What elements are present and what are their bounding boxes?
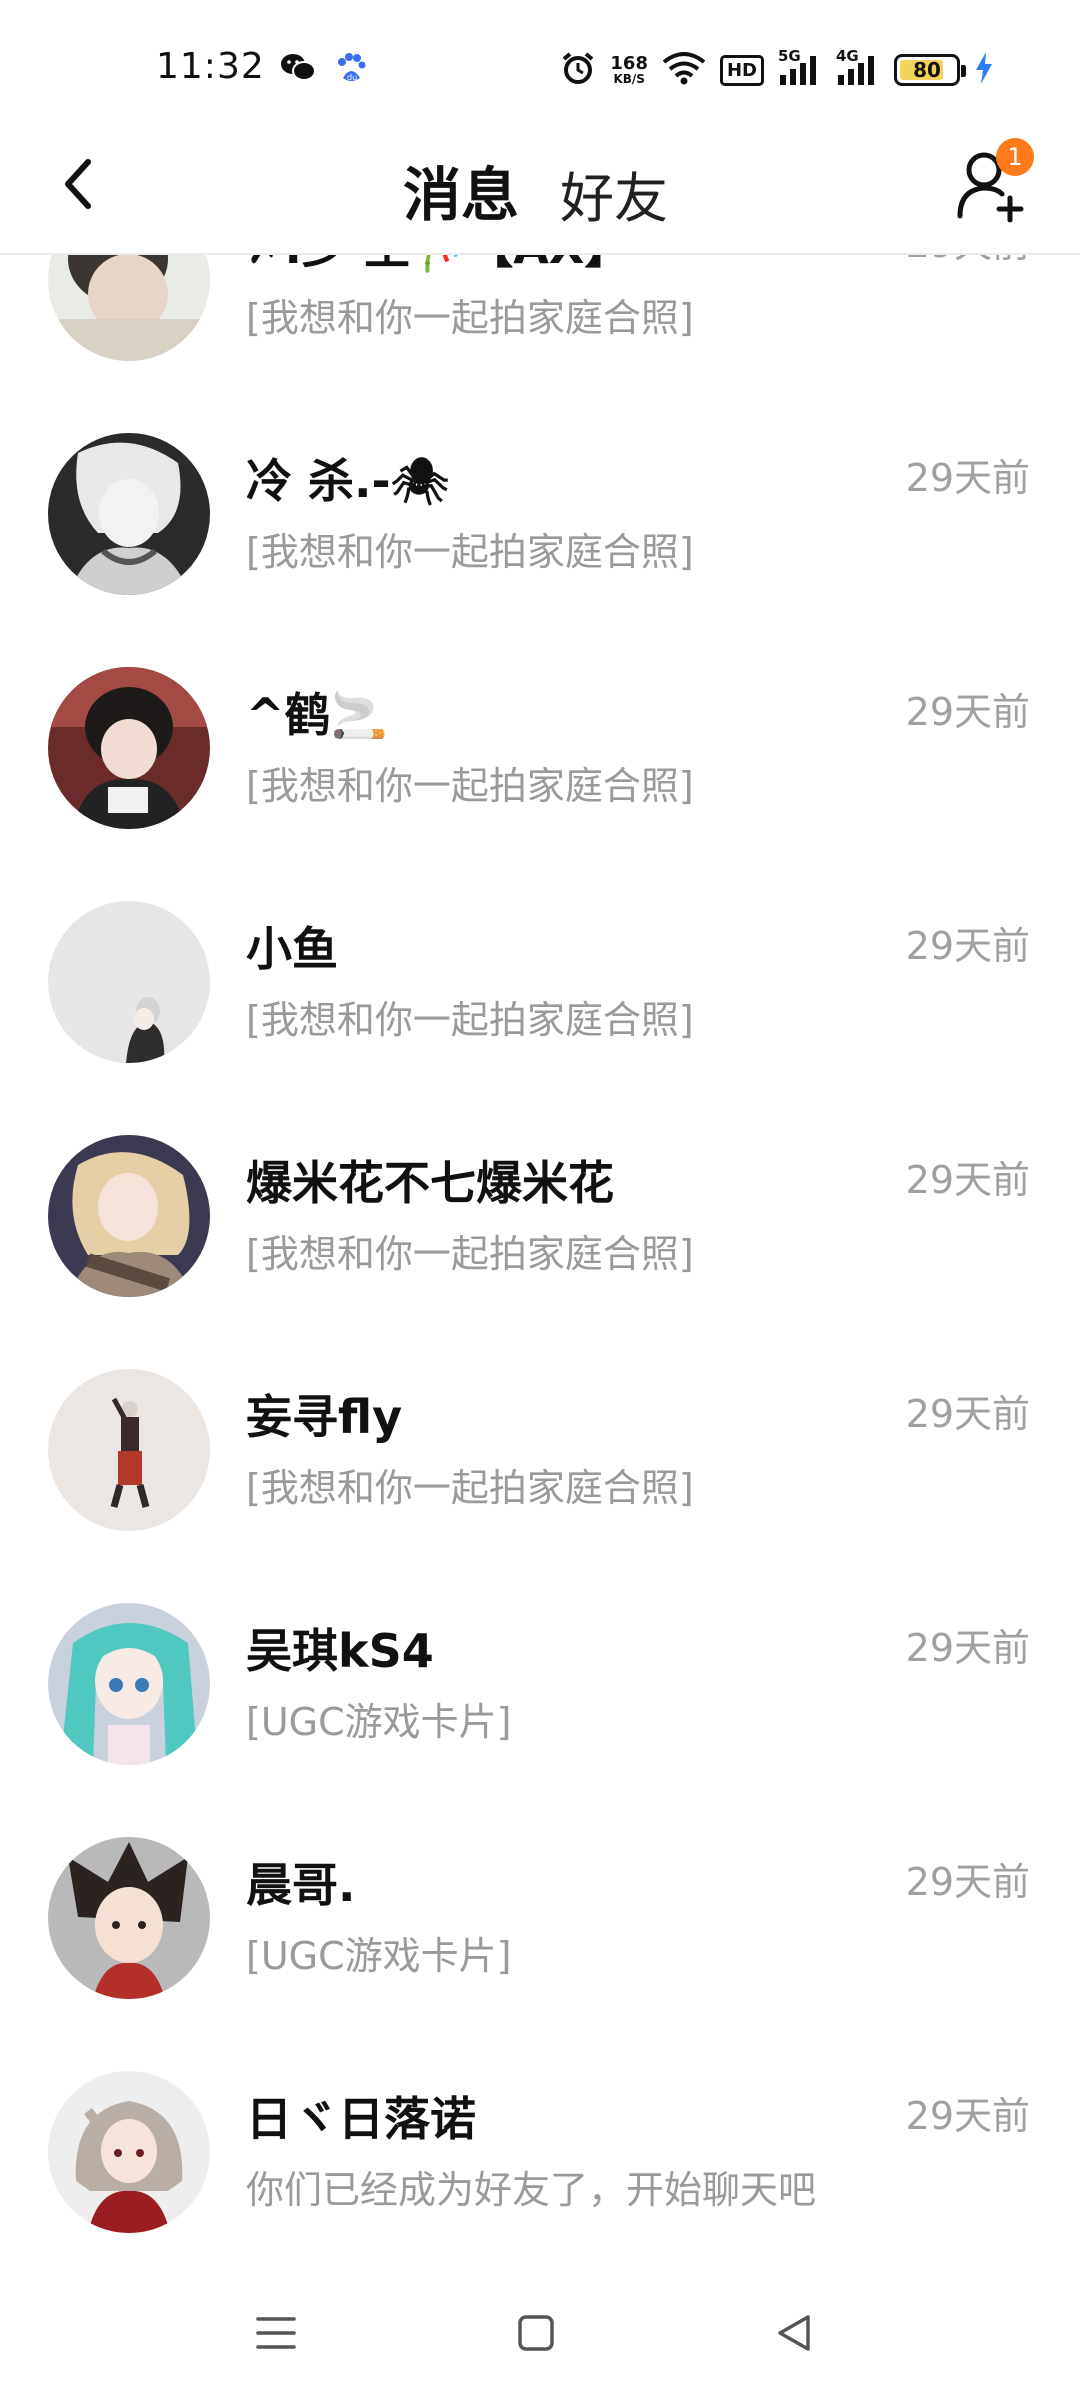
network-speed: 168 KB/S [610,53,648,86]
conversation-row[interactable]: 妄寻fly [我想和你一起拍家庭合照] 29天前 [0,1333,1080,1567]
avatar [48,255,210,361]
signal-2-label: 4G [836,47,859,65]
message-preview: [我想和你一起拍家庭合照] [246,530,694,574]
hd-badge: HD [719,54,764,86]
top-nav: 消息 好友 [0,120,1080,255]
avatar [48,1603,210,1765]
avatar [48,433,210,595]
message-preview: [我想和你一起拍家庭合照] [246,764,694,808]
back-triangle-icon [778,2315,810,2351]
message-time: 29天前 [905,924,1030,968]
avatar [48,2071,210,2233]
avatar [48,667,210,829]
conversation-row[interactable]: ✗.少 主🎋【AX】 [我想和你一起拍家庭合照] 29天前 [0,255,1080,397]
message-preview: [我想和你一起拍家庭合照] [246,1466,694,1510]
message-preview: [我想和你一起拍家庭合照] [246,998,694,1042]
message-preview: [UGC游戏卡片] [246,1700,512,1744]
signal-1-label: 5G [778,47,801,65]
message-time: 29天前 [905,690,1030,734]
status-time: 11:32 [156,46,265,87]
message-time: 29天前 [905,1860,1030,1904]
contact-name: 吴琪kS4 [246,1624,434,1678]
conversation-list: ✗.少 主🎋【AX】 [我想和你一起拍家庭合照] 29天前 冷 杀.-🕷 [我想… [0,255,1080,2255]
message-time: 29天前 [905,456,1030,500]
battery-indicator: 80 [894,54,966,86]
message-preview: [我想和你一起拍家庭合照] [246,1232,694,1276]
recent-apps-button[interactable] [246,2303,306,2363]
net-speed-unit: KB/S [613,72,645,86]
message-preview: [我想和你一起拍家庭合照] [246,296,694,340]
friend-request-badge: 1 [996,138,1034,176]
contact-name: 冷 杀.-🕷 [246,454,449,508]
baidu-icon: du [336,52,366,90]
contact-name: 小鱼 [246,922,338,976]
back-system-button[interactable] [764,2303,824,2363]
net-speed-value: 168 [610,53,648,74]
home-button[interactable] [506,2303,566,2363]
contact-name: ✗.少 主🎋【AX】 [246,255,630,277]
svg-text:du: du [347,73,357,82]
conversation-row[interactable]: ^鹤🚬 [我想和你一起拍家庭合照] 29天前 [0,631,1080,865]
system-nav-bar [0,2255,1080,2400]
message-time: 29天前 [905,1392,1030,1436]
status-bar: 11:32 du 168 KB/S HD 5G 4G 80 [0,0,1080,120]
message-time: 29天前 [905,2094,1030,2138]
contact-name: 日ヾ日落诺 [246,2092,476,2146]
tab-messages[interactable]: 消息 [403,148,519,232]
avatar [48,901,210,1063]
message-time: 29天前 [905,1626,1030,1670]
charging-icon [974,51,994,89]
conversation-row[interactable]: 冷 杀.-🕷 [我想和你一起拍家庭合照] 29天前 [0,397,1080,631]
avatar [48,1369,210,1531]
signal-icon: 5G [778,47,822,87]
home-icon [518,2315,554,2351]
conversation-row[interactable]: 爆米花不七爆米花 [我想和你一起拍家庭合照] 29天前 [0,1099,1080,1333]
message-time: 29天前 [906,255,1030,268]
signal-icon: 4G [836,47,880,87]
avatar [48,1135,210,1297]
battery-percent: 80 [913,58,941,82]
conversation-row[interactable]: 日ヾ日落诺 你们已经成为好友了，开始聊天吧 29天前 [0,2035,1080,2255]
contact-name: ^鹤🚬 [246,688,388,742]
message-preview: 你们已经成为好友了，开始聊天吧 [246,2168,817,2212]
message-preview: [UGC游戏卡片] [246,1934,512,1978]
back-button[interactable] [48,154,108,214]
menu-icon [256,2317,296,2349]
chevron-left-icon [65,159,91,209]
conversation-row[interactable]: 晨哥. [UGC游戏卡片] 29天前 [0,1801,1080,2035]
contact-name: 晨哥. [246,1858,356,1912]
conversation-row[interactable]: 吴琪kS4 [UGC游戏卡片] 29天前 [0,1567,1080,1801]
message-time: 29天前 [905,1158,1030,1202]
tab-friends[interactable]: 好友 [560,154,668,233]
contact-name: 妄寻fly [246,1390,403,1444]
alarm-icon [560,50,596,90]
avatar [48,1837,210,1999]
contact-name: 爆米花不七爆米花 [246,1156,614,1210]
conversation-row[interactable]: 小鱼 [我想和你一起拍家庭合照] 29天前 [0,865,1080,1099]
wifi-icon [662,51,706,89]
wechat-icon [280,52,316,88]
